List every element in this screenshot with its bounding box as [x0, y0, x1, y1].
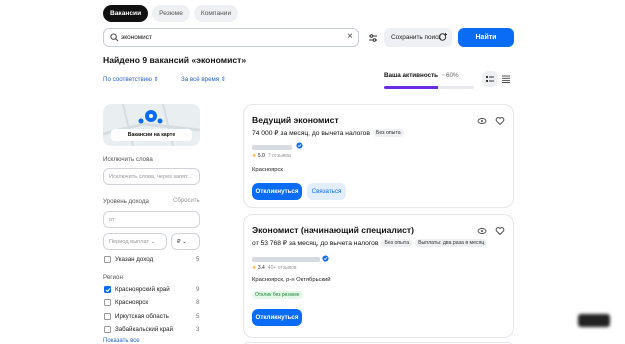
chevron-updown-icon: ⇕: [220, 76, 227, 83]
sort-relevance-label: По соответствию: [103, 76, 152, 83]
show-all-regions-link[interactable]: Показать все: [103, 338, 140, 344]
list-view-button[interactable]: [482, 71, 498, 87]
save-search-button[interactable]: Сохранить поиск: [384, 28, 452, 47]
activity-percent-value: 60%: [446, 72, 459, 79]
region-checkbox-krasnoyarsk-krai[interactable]: [104, 286, 111, 293]
income-specified-checkbox[interactable]: [104, 256, 111, 263]
currency-value: ₽: [177, 239, 181, 245]
payment-period-value: Период выплат: [109, 239, 150, 245]
currency-select[interactable]: ₽ ⌄: [171, 233, 200, 250]
sort-relevance-dropdown[interactable]: По соответствию ⇕: [103, 76, 159, 83]
exclude-label: Исключить слова: [103, 156, 153, 163]
activity-label: Ваша активность ◦ 60%: [384, 72, 459, 79]
activity-title: Ваша активность: [384, 72, 439, 79]
vacancy-city: Красноярск: [252, 167, 283, 173]
reviews-count: 7 отзывов: [267, 153, 291, 159]
income-from-input[interactable]: от: [103, 211, 200, 228]
tab-vacancies[interactable]: Вакансии: [103, 5, 149, 22]
experience-badge: Без опыта: [381, 239, 413, 248]
filters-button[interactable]: [364, 28, 381, 47]
chevron-updown-icon: ⇕: [153, 76, 159, 83]
list-detailed-icon: [486, 76, 494, 82]
star-icon: ★: [252, 265, 257, 271]
income-specified-count: 5: [196, 256, 200, 263]
payments-badge: Выплаты: два раза в месяц: [415, 239, 488, 248]
search-value: экономист: [121, 34, 152, 41]
period-dropdown[interactable]: За всё время ⇕: [181, 76, 226, 83]
map-button[interactable]: Вакансии на карте: [111, 129, 192, 141]
region-count: 5: [196, 313, 200, 320]
vacancy-city: Красноярск, р-н Октябрьский: [252, 277, 331, 283]
list-compact-icon: [502, 75, 510, 83]
period-label: За всё время: [181, 76, 220, 83]
region-label-irkutsk: Иркутская область: [115, 313, 169, 320]
region-count: 8: [196, 299, 200, 306]
company-name-blurred[interactable]: [252, 145, 292, 150]
sliders-icon: [368, 33, 377, 42]
rating-value: 5.0: [257, 153, 265, 159]
activity-progress-bar: [384, 86, 474, 89]
region-label-krasnoyarsk-krai: Красноярский край: [115, 286, 170, 293]
region-checkbox-krasnoyarsk[interactable]: [104, 299, 111, 306]
region-label: Регион: [103, 274, 123, 281]
chevron-down-icon: ⌄: [182, 239, 187, 245]
region-count: 9: [196, 286, 200, 293]
respond-button[interactable]: Откликнуться: [252, 309, 302, 326]
income-label: Уровень дохода: [103, 198, 149, 205]
payment-period-select[interactable]: Период выплат ⌄: [103, 233, 167, 250]
compact-view-button[interactable]: [498, 71, 514, 87]
favorite-heart-icon[interactable]: [495, 226, 505, 236]
rating-value: 3.4: [257, 265, 265, 271]
reviews-count: 40+ отзывов: [267, 265, 297, 271]
search-icon: [110, 33, 119, 42]
vacancy-card[interactable]: Ведущий экономист 74 000 ₽ за месяц, до …: [243, 104, 514, 208]
exclude-words-input[interactable]: Исключить слова, через запят...: [103, 168, 200, 185]
favorite-heart-icon[interactable]: [495, 116, 505, 126]
income-specified-label: Указан доход: [115, 256, 154, 263]
hide-eye-icon[interactable]: [477, 226, 487, 236]
respond-button[interactable]: Откликнуться: [252, 183, 302, 200]
region-label-krasnoyarsk: Красноярск: [115, 299, 149, 306]
company-name-blurred[interactable]: [252, 257, 320, 262]
map-card[interactable]: Вакансии на карте: [103, 104, 200, 146]
star-icon: ★: [252, 153, 257, 159]
region-checkbox-zabaykalsky[interactable]: [104, 326, 111, 333]
verified-icon: [322, 255, 329, 262]
blurred-overlay: [578, 314, 610, 327]
region-checkbox-irkutsk[interactable]: [104, 313, 111, 320]
activity-progress-fill: [384, 86, 438, 89]
chevron-down-icon: ⌄: [150, 239, 156, 245]
activity-percent: ◦ 60%: [442, 72, 459, 79]
check-icon: [105, 288, 111, 293]
experience-badge: Без опыта: [372, 129, 404, 138]
vacancy-card[interactable]: Экономист (начинающий специалист) от 53 …: [243, 214, 514, 338]
region-label-zabaykalsky: Забайкальский край: [115, 326, 174, 333]
region-count: 3: [196, 326, 200, 333]
vacancy-salary-text: от 53 768 ₽ за месяц, до вычета налогов: [252, 240, 379, 247]
verified-icon: [296, 142, 303, 149]
income-reset-link[interactable]: Сбросить: [173, 198, 200, 204]
vacancy-title[interactable]: Ведущий экономист: [252, 115, 339, 125]
vacancy-salary: 74 000 ₽ за месяц, до вычета налогов Без …: [252, 129, 404, 138]
contact-button[interactable]: Связаться: [307, 183, 346, 200]
find-button[interactable]: Найти: [458, 28, 514, 47]
results-title: Найдено 9 вакансий «экономист»: [103, 55, 247, 65]
no-resume-badge: Отклик без резюме: [252, 291, 303, 299]
vacancy-salary-text: 74 000 ₽ за месяц, до вычета налогов: [252, 130, 370, 137]
tab-companies[interactable]: Компании: [193, 5, 239, 22]
company-rating: ★ 3.4 40+ отзывов: [252, 265, 297, 271]
vacancy-salary: от 53 768 ₽ за месяц, до вычета налогов Б…: [252, 239, 488, 248]
save-search-icon: [438, 33, 447, 41]
hide-eye-icon[interactable]: [477, 116, 487, 126]
tab-resumes[interactable]: Резюме: [152, 5, 190, 22]
view-toggle: [482, 71, 514, 87]
company-rating: ★ 5.0 7 отзывов: [252, 153, 291, 159]
close-icon[interactable]: ×: [347, 31, 353, 42]
save-search-label: Сохранить поиск: [391, 34, 442, 41]
top-tabs: Вакансии Резюме Компании: [103, 5, 239, 22]
search-input[interactable]: экономист ×: [103, 28, 359, 47]
vacancy-title[interactable]: Экономист (начинающий специалист): [252, 225, 414, 235]
